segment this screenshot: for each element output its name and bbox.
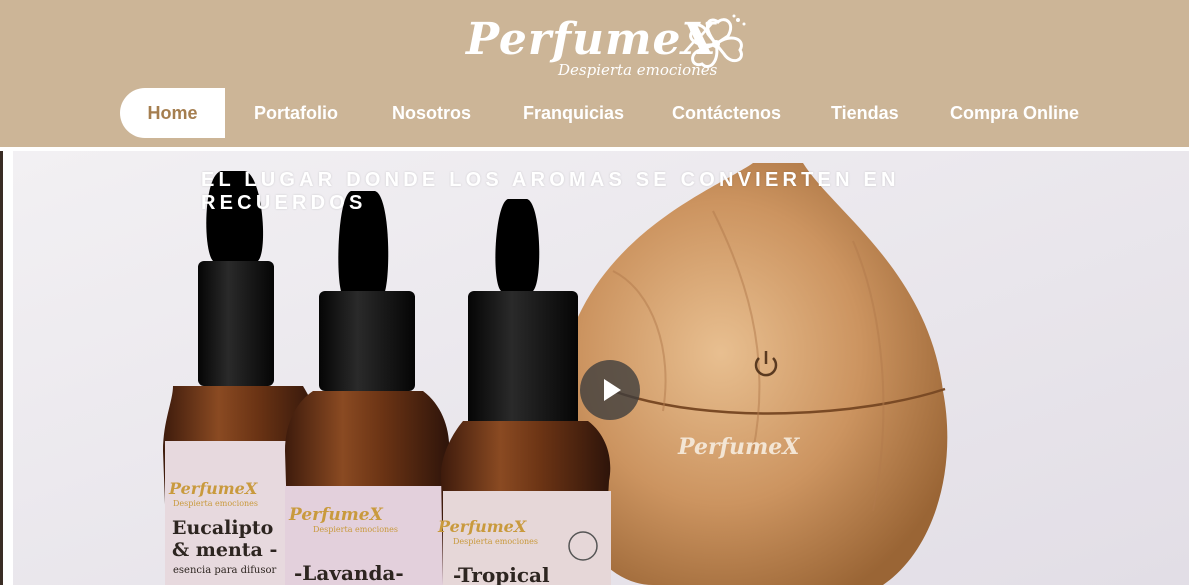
site-header: PerfumeX Despierta emociones Home Portaf… xyxy=(0,0,1189,147)
logo[interactable]: PerfumeX Despierta emociones xyxy=(466,12,766,82)
hero-video[interactable]: PerfumeX PerfumeX Despierta emociones Eu… xyxy=(13,151,1189,585)
hero-tagline: EL LUGAR DONDE LOS AROMAS SE CONVIERTEN … xyxy=(201,169,900,214)
bottle-2-brand: PerfumeX xyxy=(289,505,383,525)
bottle-2-name: -Lavanda- xyxy=(294,561,404,585)
nav-item-franquicias[interactable]: Franquicias xyxy=(523,88,624,138)
bottle-1-name-line2: & menta - xyxy=(172,539,278,561)
hibiscus-flower-icon xyxy=(689,14,746,68)
nav-item-tiendas[interactable]: Tiendas xyxy=(831,88,899,138)
nav-item-nosotros[interactable]: Nosotros xyxy=(392,88,471,138)
nav-item-home[interactable]: Home xyxy=(120,88,225,138)
bottle-2-brand-sub: Despierta emociones xyxy=(313,525,399,534)
nav-item-portafolio[interactable]: Portafolio xyxy=(254,88,338,138)
nav-item-contactenos[interactable]: Contáctenos xyxy=(672,88,781,138)
bottle-1-brand: PerfumeX xyxy=(169,479,258,498)
diffuser-brand: PerfumeX xyxy=(678,434,800,460)
bottle-1-name-line1: Eucalipto xyxy=(172,517,274,539)
play-icon[interactable] xyxy=(580,360,640,420)
bottle-3-brand-sub: Despierta emociones xyxy=(453,537,539,546)
bottle-3-brand: PerfumeX xyxy=(438,517,527,536)
bottle-1-detail: esencia para difusor xyxy=(173,565,277,576)
bottle-3-name: -Tropical xyxy=(453,563,550,585)
nav-item-compra-online[interactable]: Compra Online xyxy=(950,88,1079,138)
main-nav: Home Portafolio Nosotros Franquicias Con… xyxy=(120,88,1120,138)
hero-gutter xyxy=(3,151,13,585)
bottle-1-brand-sub: Despierta emociones xyxy=(173,499,259,508)
